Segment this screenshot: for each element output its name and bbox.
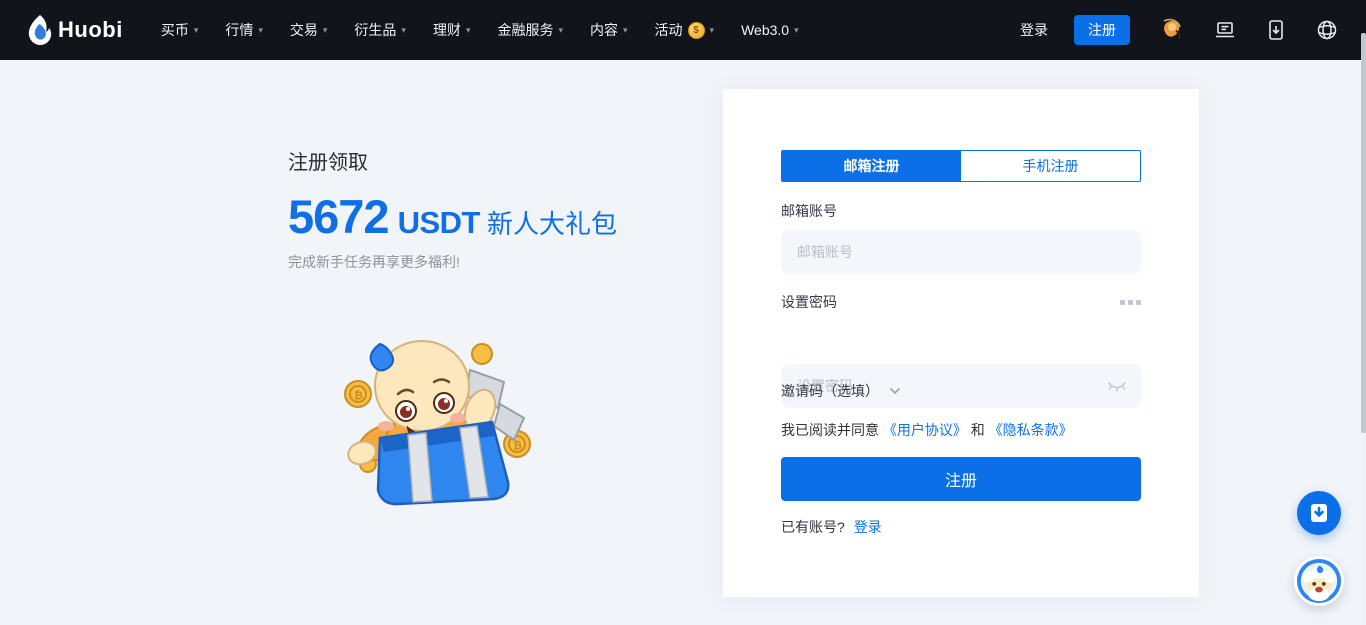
invite-code-label: 邀请码（选填） [781,381,879,401]
nav-item-activities[interactable]: 活动$▾ [655,20,715,40]
page: Huobi 买币▾ 行情▾ 交易▾ 衍生品▾ 理财▾ 金融服务▾ 内容▾ 活动$… [0,0,1366,625]
main-menu: 买币▾ 行情▾ 交易▾ 衍生品▾ 理财▾ 金融服务▾ 内容▾ 活动$▾ Web3… [161,20,826,40]
nav-item-markets[interactable]: 行情▾ [225,20,263,40]
navbar-right: 登录 注册 [1020,15,1338,45]
nav-register-button[interactable]: 注册 [1074,15,1130,45]
password-strength-dots [1117,300,1141,305]
eye-closed-icon[interactable] [1107,379,1127,398]
customer-service-avatar[interactable] [1294,556,1344,606]
chevron-down-icon: ▾ [558,25,563,36]
email-field-wrap [781,230,1141,274]
agreement-text: 我已阅读并同意 《用户协议》 和 《隐私条款》 [781,420,1073,440]
promo-subtitle: 完成新手任务再享更多福利! [288,252,617,272]
email-label: 邮箱账号 [781,201,837,221]
mascot-illustration: ₿ ₿ [322,318,532,518]
nav-item-financial-services[interactable]: 金融服务▾ [497,20,563,40]
nav-item-earn[interactable]: 理财▾ [433,20,471,40]
download-icon [1306,500,1332,526]
rewards-mascot-icon[interactable] [1159,17,1185,43]
app-download-icon[interactable] [1265,19,1287,41]
chevron-down-icon: ▾ [794,25,799,36]
register-card: 邮箱注册 手机注册 邮箱账号 设置密码 [723,89,1199,597]
nav-item-web3[interactable]: Web3.0▾ [741,22,799,38]
chevron-down-icon: ▾ [623,25,628,36]
promo-block: 注册领取 5672 USDT 新人大礼包 完成新手任务再享更多福利! [288,146,617,272]
chevron-down-icon: ▾ [401,25,406,36]
promo-title: 注册领取 [288,146,617,175]
invite-code-toggle[interactable]: 邀请码（选填） [781,381,901,401]
nav-item-trade[interactable]: 交易▾ [290,20,328,40]
app-download-float-button[interactable] [1297,491,1341,535]
chevron-down-icon: ▾ [323,25,328,36]
chevron-down-icon: ▾ [710,25,715,36]
chevron-down-icon: ▾ [194,25,199,36]
password-label: 设置密码 [781,292,837,312]
privacy-terms-link[interactable]: 《隐私条款》 [989,422,1073,438]
support-mascot-icon [1296,558,1342,604]
nav-item-content[interactable]: 内容▾ [590,20,628,40]
huobi-logo[interactable]: Huobi [26,15,123,45]
register-tabs: 邮箱注册 手机注册 [781,150,1141,182]
huobi-flame-icon [26,15,52,45]
nav-item-derivatives[interactable]: 衍生品▾ [354,20,406,40]
gold-coin-icon: $ [688,22,705,39]
svg-text:₿: ₿ [354,390,363,402]
login-link[interactable]: 登录 [854,519,882,535]
scrollbar-thumb[interactable] [1361,33,1366,433]
language-globe-icon[interactable] [1316,19,1338,41]
promo-currency: USDT [398,205,480,241]
top-navbar: Huobi 买币▾ 行情▾ 交易▾ 衍生品▾ 理财▾ 金融服务▾ 内容▾ 活动$… [0,0,1366,60]
email-input[interactable] [781,230,1141,274]
promo-tagline: 新人大礼包 [487,204,617,241]
brand-name: Huobi [58,17,123,43]
have-account-text: 已有账号? [781,519,845,535]
nav-item-buy-crypto[interactable]: 买币▾ [161,20,199,40]
tab-email-register[interactable]: 邮箱注册 [782,151,961,181]
svg-text:₿: ₿ [513,440,522,452]
user-agreement-link[interactable]: 《用户协议》 [883,422,967,438]
promo-headline: 5672 USDT 新人大礼包 [288,189,617,244]
nav-login-link[interactable]: 登录 [1020,20,1048,40]
promo-amount: 5672 [288,189,389,244]
register-submit-button[interactable]: 注册 [781,457,1141,501]
laptop-support-icon[interactable] [1214,20,1236,40]
chevron-down-icon [889,387,901,395]
have-account-row: 已有账号? 登录 [781,517,882,537]
chevron-down-icon: ▾ [466,25,471,36]
tab-phone-register[interactable]: 手机注册 [961,151,1140,181]
chevron-down-icon: ▾ [258,25,263,36]
